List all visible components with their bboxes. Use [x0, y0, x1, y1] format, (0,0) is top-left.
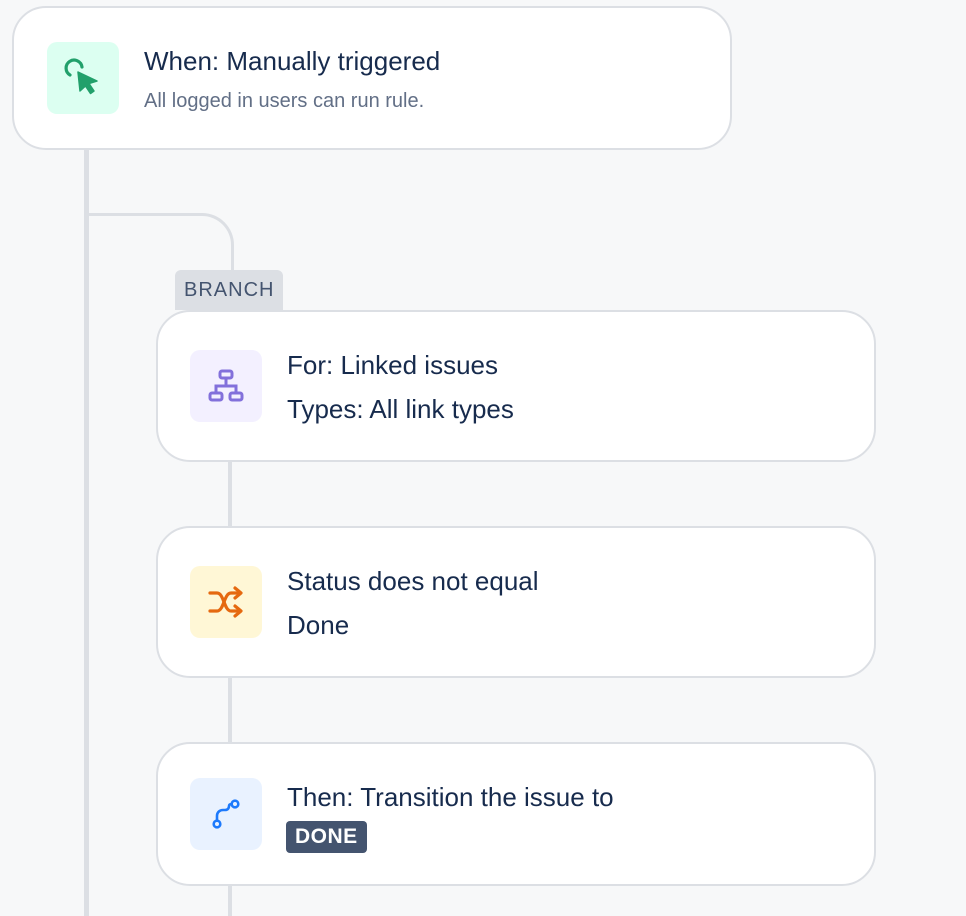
status-lozenge: DONE — [286, 821, 367, 853]
action-card[interactable]: Then: Transition the issue to DONE — [156, 742, 876, 886]
branch-connector-line — [228, 460, 232, 528]
transition-path-icon — [190, 778, 262, 850]
rule-canvas: When: Manually triggered All logged in u… — [0, 0, 966, 916]
shuffle-icon — [190, 566, 262, 638]
condition-title: Status does not equal — [287, 566, 539, 596]
branch-title: For: Linked issues — [287, 350, 498, 380]
condition-value: Done — [287, 610, 350, 640]
branch-connector-line — [228, 676, 232, 744]
trigger-subtitle: All logged in users can run rule. — [144, 90, 425, 112]
cursor-click-icon — [47, 42, 119, 114]
branch-subtitle: Types: All link types — [287, 394, 514, 424]
branch-connector-curve — [86, 213, 234, 273]
branch-connector-line — [228, 884, 232, 916]
trigger-card[interactable]: When: Manually triggered All logged in u… — [12, 6, 732, 150]
action-title: Then: Transition the issue to — [287, 782, 614, 812]
branch-card[interactable]: For: Linked issues Types: All link types — [156, 310, 876, 462]
branch-label: BRANCH — [175, 270, 284, 310]
hierarchy-icon — [190, 350, 262, 422]
trigger-title: When: Manually triggered — [144, 46, 441, 76]
condition-card[interactable]: Status does not equal Done — [156, 526, 876, 678]
